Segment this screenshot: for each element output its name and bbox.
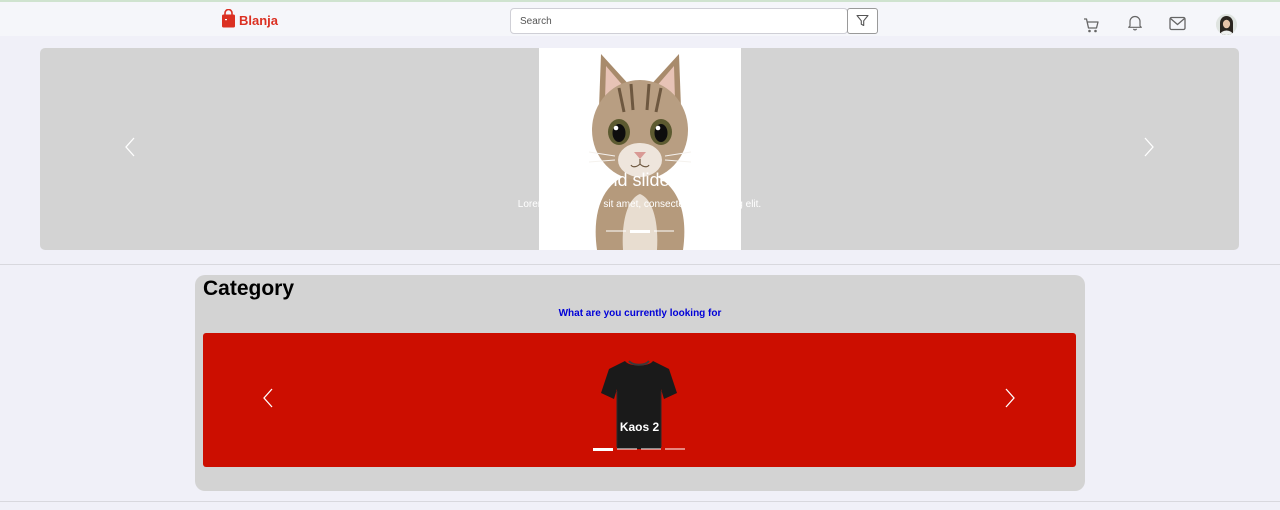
hero-indicator-1[interactable] bbox=[606, 230, 626, 232]
cart-button[interactable] bbox=[1082, 17, 1100, 38]
cart-icon bbox=[1083, 17, 1100, 38]
filter-button[interactable] bbox=[847, 8, 878, 34]
hero-indicators bbox=[606, 230, 674, 233]
hero-caption-text: Lorem ipsum dolor sit amet, consectetur … bbox=[517, 199, 762, 210]
chevron-left-icon bbox=[262, 388, 274, 412]
chevron-left-icon bbox=[124, 137, 136, 161]
mail-icon bbox=[1168, 16, 1186, 35]
category-indicator-1[interactable] bbox=[593, 448, 613, 451]
hero-caption-title: Second slide label bbox=[566, 170, 713, 190]
category-indicator-3[interactable] bbox=[641, 448, 661, 450]
navbar: Blanja bbox=[0, 0, 1280, 36]
avatar[interactable] bbox=[1216, 14, 1237, 35]
filter-icon bbox=[856, 12, 869, 31]
shopping-bag-icon bbox=[221, 8, 236, 32]
category-prev-button[interactable] bbox=[258, 388, 278, 412]
search-box bbox=[510, 8, 848, 34]
hero-prev-button[interactable] bbox=[120, 137, 140, 161]
category-carousel: Kaos 2 bbox=[203, 333, 1076, 467]
bell-icon bbox=[1127, 14, 1143, 35]
category-subtitle: What are you currently looking for bbox=[558, 308, 722, 319]
brand-name: Blanja bbox=[239, 13, 279, 28]
footer-divider bbox=[0, 501, 1280, 502]
hero-slide-image bbox=[539, 48, 741, 250]
product-label: Kaos 2 bbox=[619, 420, 660, 434]
category-indicator-4[interactable] bbox=[665, 448, 685, 450]
brand-logo[interactable]: Blanja bbox=[221, 8, 279, 32]
hero-indicator-3[interactable] bbox=[654, 230, 674, 232]
product-image bbox=[599, 357, 679, 453]
category-indicator-2[interactable] bbox=[617, 448, 637, 450]
notification-button[interactable] bbox=[1126, 15, 1144, 33]
category-section: Category What are you currently looking … bbox=[195, 275, 1085, 491]
category-indicators bbox=[593, 448, 685, 451]
chevron-right-icon bbox=[1004, 388, 1016, 412]
search-input[interactable] bbox=[510, 8, 848, 34]
chevron-right-icon bbox=[1143, 137, 1155, 161]
category-next-button[interactable] bbox=[1000, 388, 1020, 412]
mail-button[interactable] bbox=[1168, 16, 1186, 34]
section-divider bbox=[0, 264, 1280, 265]
hero-indicator-2[interactable] bbox=[630, 230, 650, 233]
hero-carousel: Second slide label Lorem ipsum dolor sit… bbox=[40, 48, 1239, 250]
category-title: Category bbox=[203, 277, 295, 300]
hero-next-button[interactable] bbox=[1139, 137, 1159, 161]
